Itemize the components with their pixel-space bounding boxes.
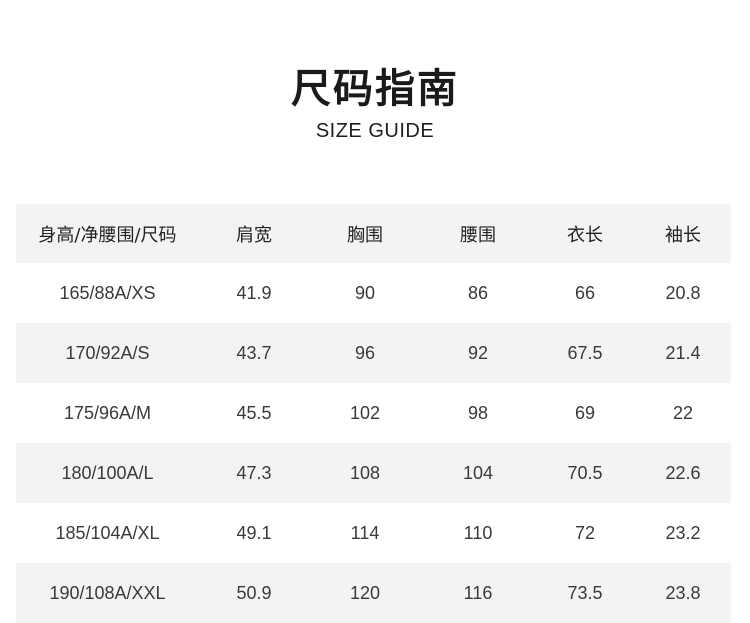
table-row: 170/92A/S 43.7 96 92 67.5 21.4 [16, 323, 731, 383]
cell-waist: 110 [463, 522, 493, 543]
cell-length: 67.5 [567, 342, 603, 363]
cell-chest: 120 [349, 582, 381, 603]
cell-shoulder: 45.5 [236, 402, 272, 423]
header-size: 身高/净腰围/尺码 [38, 224, 177, 246]
cell-sleeve: 20.8 [665, 282, 701, 303]
cell-length: 73.5 [567, 582, 603, 603]
cell-chest: 108 [349, 462, 381, 483]
cell-size: 185/104A/XL [55, 522, 160, 543]
cell-shoulder: 41.9 [236, 282, 272, 303]
cell-size: 170/92A/S [65, 342, 150, 363]
cell-shoulder: 43.7 [236, 342, 272, 363]
cell-length: 72 [574, 522, 596, 543]
cell-chest: 102 [349, 402, 381, 423]
cell-waist: 86 [467, 282, 489, 303]
cell-sleeve: 23.8 [665, 582, 701, 603]
cell-length: 66 [574, 282, 596, 303]
header-shoulder: 肩宽 [236, 224, 272, 246]
cell-chest: 114 [350, 522, 380, 543]
table-header-row: 身高/净腰围/尺码 肩宽 胸围 腰围 衣长 袖长 [16, 204, 731, 263]
cell-sleeve: 23.2 [665, 522, 701, 543]
cell-waist: 98 [467, 402, 489, 423]
cell-shoulder: 50.9 [236, 582, 272, 603]
cell-chest: 96 [354, 342, 376, 363]
header-sleeve: 袖长 [665, 224, 701, 246]
header-chest: 胸围 [347, 224, 383, 246]
header-length: 衣长 [567, 224, 603, 246]
cell-size: 175/96A/M [63, 402, 152, 423]
table-row: 190/108A/XXL 50.9 120 116 73.5 23.8 [16, 563, 731, 623]
cell-size: 180/100A/L [61, 462, 154, 483]
cell-size: 190/108A/XXL [49, 582, 166, 603]
cell-chest: 90 [354, 282, 376, 303]
cell-length: 69 [574, 402, 596, 423]
cell-sleeve: 22 [672, 402, 694, 423]
cell-waist: 116 [463, 582, 493, 603]
table-row: 185/104A/XL 49.1 114 110 72 23.2 [16, 503, 731, 563]
cell-waist: 92 [467, 342, 489, 363]
cell-length: 70.5 [567, 462, 603, 483]
table-row: 165/88A/XS 41.9 90 86 66 20.8 [16, 263, 731, 323]
table-row: 175/96A/M 45.5 102 98 69 22 [16, 383, 731, 443]
page-subtitle: SIZE GUIDE [315, 120, 435, 142]
cell-shoulder: 47.3 [236, 462, 272, 483]
page-title: 尺码指南 [291, 66, 459, 112]
cell-size: 165/88A/XS [59, 282, 156, 303]
cell-sleeve: 22.6 [665, 462, 701, 483]
cell-shoulder: 49.1 [236, 522, 272, 543]
table-row: 180/100A/L 47.3 108 104 70.5 22.6 [16, 443, 731, 503]
size-guide-table: 身高/净腰围/尺码 肩宽 胸围 腰围 衣长 袖长 165/88A/XS 41.9… [16, 204, 731, 623]
cell-sleeve: 21.4 [665, 342, 701, 363]
header-waist: 腰围 [460, 224, 496, 246]
cell-waist: 104 [462, 462, 494, 483]
